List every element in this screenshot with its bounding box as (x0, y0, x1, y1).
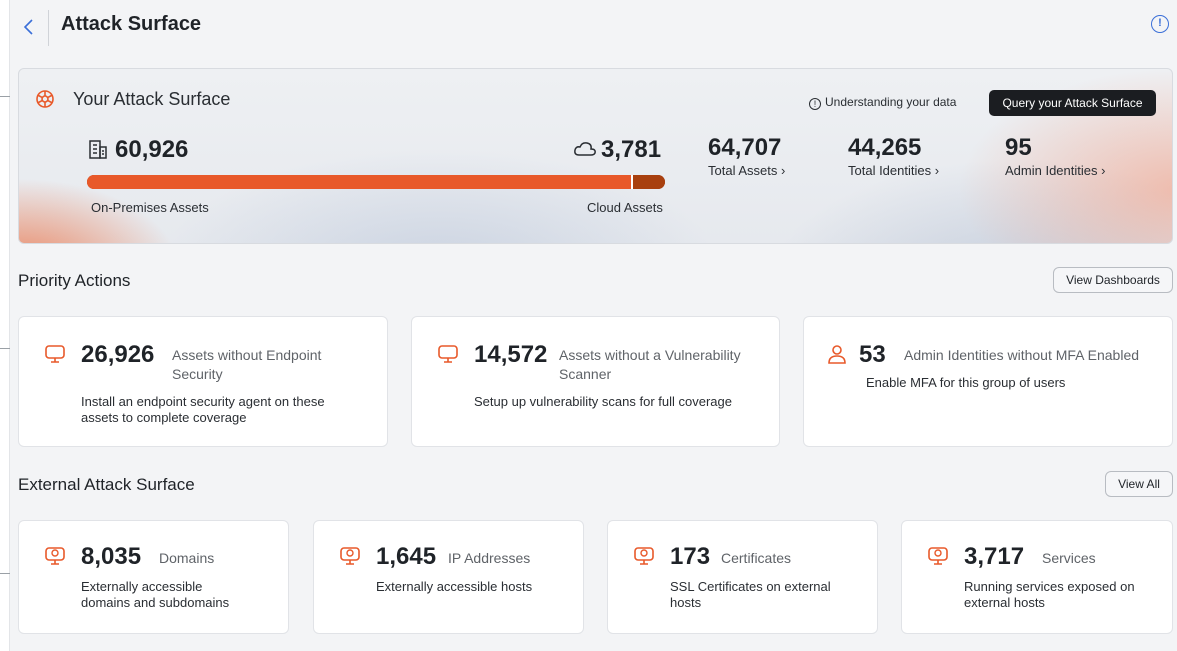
globe-monitor-icon (340, 547, 360, 565)
card-description-cont: domains and subdomains (81, 595, 230, 610)
card-description: SSL Certificates on external (670, 579, 831, 594)
building-icon (89, 140, 107, 159)
on-premises-bar-segment (87, 175, 631, 189)
hero-title: Your Attack Surface (73, 89, 231, 109)
card-description: Externally accessible (81, 579, 203, 594)
cloud-value: 3,781 (601, 136, 662, 163)
admin-identities-value: 95 (1005, 134, 1032, 161)
card-title-cont: Scanner (559, 366, 612, 382)
attack-surface-summary: Your Attack Surface ! Understanding your … (18, 68, 1173, 244)
total-assets-value: 64,707 (708, 134, 782, 161)
cloud-bar-segment (633, 175, 665, 189)
priority-card-mfa[interactable]: 53 Admin Identities without MFA Enabled … (803, 316, 1173, 447)
on-premises-label: On-Premises Assets (91, 200, 209, 215)
card-description: Externally accessible hosts (376, 579, 533, 594)
user-icon (828, 345, 846, 364)
card-label: IP Addresses (448, 550, 531, 566)
left-gutter (0, 0, 10, 651)
globe-monitor-icon (634, 547, 654, 565)
info-icon[interactable]: ! (1151, 15, 1169, 33)
card-label: Domains (159, 550, 215, 566)
card-description-cont: external hosts (964, 595, 1045, 610)
monitor-icon (438, 345, 458, 363)
card-title: Assets without Endpoint (172, 347, 322, 363)
globe-monitor-icon (45, 547, 65, 565)
priority-actions-title: Priority Actions (18, 271, 131, 290)
card-title: Admin Identities without MFA Enabled (904, 347, 1140, 363)
card-value: 8,035 (81, 543, 142, 570)
network-icon (36, 90, 54, 108)
gutter-tick (0, 348, 10, 349)
cloud-icon (574, 142, 596, 156)
understanding-data-label: Understanding your data (825, 95, 957, 109)
external-card-certificates[interactable]: 173 Certificates SSL Certificates on ext… (607, 520, 878, 634)
priority-card-vulnerability[interactable]: 14,572 Assets without a Vulnerability Sc… (411, 316, 780, 447)
external-card-domains[interactable]: 8,035 Domains Externally accessible doma… (18, 520, 289, 634)
card-description: Install an endpoint security agent on th… (81, 394, 325, 409)
external-attack-surface-title: External Attack Surface (18, 475, 195, 494)
cloud-count: 3,781 (573, 136, 661, 164)
globe-monitor-icon (928, 547, 948, 565)
on-premises-value: 60,926 (115, 136, 189, 163)
card-title-cont: Security (172, 366, 223, 382)
total-assets-link[interactable]: Total Assets › (708, 163, 785, 178)
total-identities-stat[interactable]: 44,265 Total Identities › (848, 134, 939, 178)
card-description-cont: hosts (670, 595, 702, 610)
page: Attack Surface ! Your Attack Surface ! Un… (10, 0, 1177, 651)
view-all-button[interactable]: View All (1105, 471, 1173, 497)
asset-distribution-bar (87, 175, 665, 189)
card-label: Certificates (721, 550, 792, 566)
admin-identities-link[interactable]: Admin Identities › (1005, 163, 1105, 178)
card-description: Running services exposed on (964, 579, 1135, 594)
external-card-ip-addresses[interactable]: 1,645 IP Addresses Externally accessible… (313, 520, 584, 634)
card-description: Enable MFA for this group of users (866, 375, 1066, 390)
card-value: 173 (670, 543, 711, 570)
header-divider (48, 10, 49, 46)
cloud-label: Cloud Assets (587, 200, 663, 215)
external-card-services[interactable]: 3,717 Services Running services exposed … (901, 520, 1173, 634)
gutter-tick (0, 96, 10, 97)
card-value: 53 (859, 341, 886, 368)
page-title: Attack Surface (61, 13, 202, 35)
card-description: Setup up vulnerability scans for full co… (474, 394, 732, 409)
card-value: 1,645 (376, 543, 437, 570)
card-title: Assets without a Vulnerability (559, 347, 741, 363)
card-value: 26,926 (81, 341, 155, 368)
info-icon: ! (809, 98, 821, 110)
view-dashboards-button[interactable]: View Dashboards (1053, 267, 1173, 293)
card-label: Services (1042, 550, 1096, 566)
on-premises-count: 60,926 (87, 136, 188, 164)
monitor-icon (45, 345, 65, 363)
top-bar: Attack Surface ! (10, 0, 1177, 56)
chevron-left-icon (23, 19, 33, 35)
card-value: 14,572 (474, 341, 548, 368)
total-identities-link[interactable]: Total Identities › (848, 163, 939, 178)
gutter-tick (0, 573, 10, 574)
total-assets-stat[interactable]: 64,707 Total Assets › (708, 134, 785, 178)
card-value: 3,717 (964, 543, 1025, 570)
back-button[interactable] (22, 16, 40, 40)
card-description-cont: assets to complete coverage (81, 410, 247, 425)
total-identities-value: 44,265 (848, 134, 922, 161)
query-attack-surface-button[interactable]: Query your Attack Surface (989, 90, 1156, 116)
understanding-data-link[interactable]: ! Understanding your data (809, 95, 956, 110)
admin-identities-stat[interactable]: 95 Admin Identities › (1005, 134, 1105, 178)
priority-card-endpoint[interactable]: 26,926 Assets without Endpoint Security … (18, 316, 388, 447)
